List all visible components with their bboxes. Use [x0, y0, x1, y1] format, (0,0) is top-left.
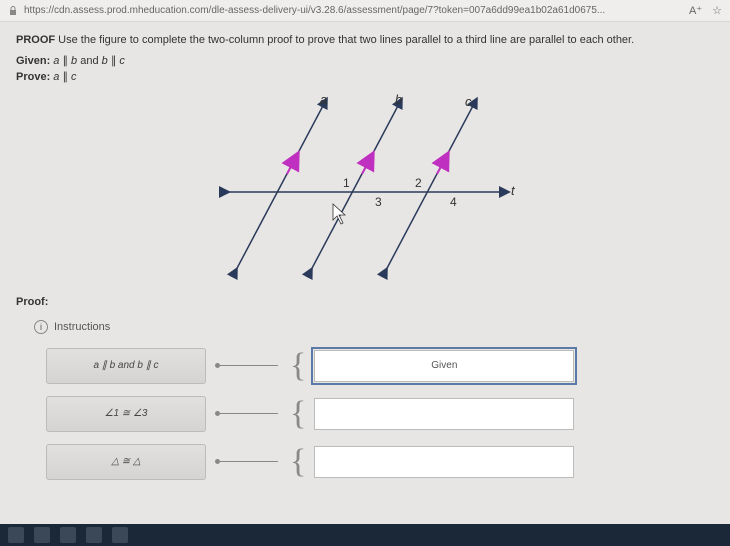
figure-container: a b c t 1 2 3 4 — [16, 92, 714, 282]
proof-label: PROOF — [16, 34, 55, 46]
page-content: PROOF Use the figure to complete the two… — [0, 22, 730, 490]
given-label: Given: — [16, 55, 53, 67]
connector-line — [218, 413, 278, 414]
page-url: https://cdn.assess.prod.mheducation.com/… — [24, 5, 679, 16]
proof-section-label: Proof: — [16, 296, 714, 308]
address-bar: https://cdn.assess.prod.mheducation.com/… — [0, 0, 730, 22]
favorite-icon[interactable]: ☆ — [712, 4, 722, 17]
reason-box[interactable]: Given — [314, 350, 574, 382]
proof-rows: a ∥ b and b ∥ c { Given ∠1 ≅ ∠3 { △ ≅ △ … — [16, 348, 714, 480]
instructions-row[interactable]: i Instructions — [34, 320, 714, 334]
svg-text:t: t — [511, 183, 516, 198]
taskbar-item[interactable] — [8, 527, 24, 543]
reason-box[interactable] — [314, 398, 574, 430]
proof-row: ∠1 ≅ ∠3 { — [46, 396, 714, 432]
proof-heading: PROOF Use the figure to complete the two… — [16, 32, 714, 49]
svg-text:3: 3 — [375, 195, 382, 209]
proof-row: a ∥ b and b ∥ c { Given — [46, 348, 714, 384]
svg-text:c: c — [465, 94, 472, 109]
prove-line: Prove: a ∥ c — [16, 69, 714, 86]
svg-text:2: 2 — [415, 176, 422, 190]
svg-text:1: 1 — [343, 176, 350, 190]
brace-icon: { — [290, 400, 306, 427]
connector-line — [218, 365, 278, 366]
svg-text:b: b — [395, 92, 402, 107]
statement-box[interactable]: a ∥ b and b ∥ c — [46, 348, 206, 384]
instructions-label: Instructions — [54, 321, 110, 333]
geometry-figure: a b c t 1 2 3 4 — [195, 92, 535, 282]
taskbar-item[interactable] — [60, 527, 76, 543]
prove-label: Prove: — [16, 71, 53, 83]
proof-row: △ ≅ △ { — [46, 444, 714, 480]
lock-icon — [8, 6, 18, 16]
reason-box[interactable] — [314, 446, 574, 478]
statement-box[interactable]: △ ≅ △ — [46, 444, 206, 480]
info-icon: i — [34, 320, 48, 334]
read-aloud-icon[interactable]: A⁺ — [689, 4, 702, 17]
given-line: Given: a ∥ b and b ∥ c — [16, 53, 714, 70]
taskbar-item[interactable] — [86, 527, 102, 543]
brace-icon: { — [290, 352, 306, 379]
connector-line — [218, 461, 278, 462]
brace-icon: { — [290, 448, 306, 475]
svg-text:a: a — [320, 92, 327, 107]
statement-box[interactable]: ∠1 ≅ ∠3 — [46, 396, 206, 432]
taskbar-item[interactable] — [34, 527, 50, 543]
proof-text: Use the figure to complete the two-colum… — [55, 34, 634, 46]
taskbar-item[interactable] — [112, 527, 128, 543]
taskbar — [0, 524, 730, 546]
svg-text:4: 4 — [450, 195, 457, 209]
